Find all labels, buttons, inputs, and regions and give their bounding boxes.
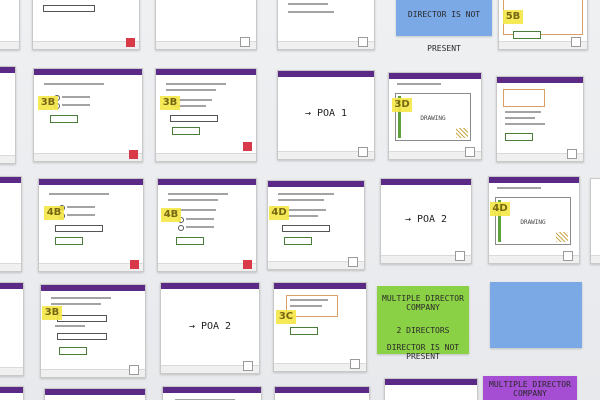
sticky-tag: 4D	[269, 206, 289, 220]
wireframe-card-top-3	[155, 0, 257, 50]
wireframe-card-bottom-2	[44, 388, 146, 400]
wireframe-card-bottom-1	[0, 386, 24, 400]
sticky-note-green: MULTIPLE DIRECTOR COMPANY 2 DIRECTORS DI…	[377, 286, 469, 361]
wireframe-card-top-1	[0, 0, 20, 50]
wireframe-card-top-4	[277, 0, 375, 50]
wireframe-card-director-for-you-2	[38, 178, 144, 272]
wireframe-card-all-directors	[40, 284, 146, 378]
wireframe-card-r3-1	[0, 282, 24, 376]
wireframe-card-add-signature-2: DRAWING	[488, 176, 580, 264]
sticky-tag: 3B	[160, 96, 180, 110]
wireframe-card-poa1: → POA 1	[277, 70, 375, 160]
poa1-label: → POA 1	[304, 107, 348, 119]
wireframe-card-r1-1	[0, 66, 16, 164]
sticky-tag: 3D	[392, 98, 412, 112]
sticky-note-blue: DIRECTOR IS NOT PRESENT	[396, 0, 492, 53]
wireframe-card-also-want-to	[155, 68, 257, 162]
post-it-wall: DIRECTOR IS NOT PRESENT 5B 3B 3B → POA 1…	[0, 0, 600, 400]
sticky-tag: 3C	[276, 310, 296, 324]
wireframe-card-top-2	[32, 0, 140, 50]
wireframe-card-poa2-a: → POA 2	[380, 178, 472, 264]
wireframe-card-bottom-5	[384, 378, 478, 400]
wireframe-card-r2-edge	[590, 178, 600, 264]
note-director-present: DIRECTOR IS NOT PRESENT	[386, 343, 460, 361]
sticky-tag: 3B	[38, 96, 58, 110]
wireframe-card-who-is-applying	[157, 178, 257, 272]
wireframe-card-other-director	[267, 180, 365, 270]
sticky-note-blue-blank	[490, 282, 582, 348]
poa2-label: → POA 2	[404, 214, 448, 226]
sticky-tag: 3B	[42, 306, 62, 320]
wireframe-card-r2-1	[0, 176, 22, 272]
poa2-label-b: → POA 2	[188, 320, 232, 332]
wireframe-card-poa2-b: → POA 2	[160, 282, 260, 374]
wireframe-card-r1-6	[496, 76, 584, 162]
sticky-tag: 4B	[44, 206, 64, 220]
sticky-tag: 4D	[490, 202, 510, 216]
wireframe-card-other-directors-3c	[273, 282, 367, 372]
sticky-tag: 5B	[503, 10, 523, 24]
wireframe-card-bottom-4	[274, 386, 370, 400]
wireframe-card-bottom-3	[162, 386, 262, 400]
wireframe-card-top-5	[498, 0, 588, 50]
wireframe-card-add-signature-1: DRAWING	[388, 72, 482, 160]
sticky-note-purple: MULTIPLE DIRECTOR COMPANY	[483, 376, 577, 400]
note-director-not-present: DIRECTOR IS NOT PRESENT	[407, 10, 481, 53]
note-multiple-director: MULTIPLE DIRECTOR COMPANY	[382, 294, 464, 312]
note-two-directors: 2 DIRECTORS	[396, 326, 450, 335]
wireframe-card-director-for-you	[33, 68, 143, 162]
note-multiple-director-bottom: MULTIPLE DIRECTOR COMPANY	[489, 380, 571, 398]
drawing-label: DRAWING	[520, 218, 546, 226]
drawing-label: DRAWING	[420, 114, 446, 122]
sticky-tag: 4B	[161, 208, 181, 222]
